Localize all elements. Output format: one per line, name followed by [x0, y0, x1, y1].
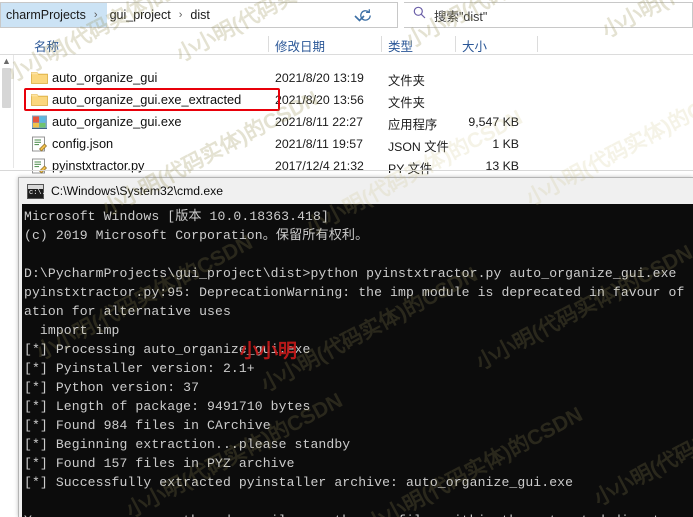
watermark-text: 小小明(代码实体)的CSDN — [522, 77, 693, 211]
watermark-text: 小小明(代码实体)的CSDN — [4, 0, 229, 87]
watermark-text: 小小明(代码实体)的CSDN — [170, 0, 397, 68]
watermark-text: 小小明(代码实体)的CSDN — [302, 106, 527, 240]
watermark-layer: 小小明(代码实体)的CSDN 小小明(代码实体)的CSDN 小小明(代码实体)的… — [0, 0, 693, 517]
watermark-text: 小小明(代码实体)的CSDN — [98, 87, 323, 221]
explorer-window: charmProjects › gui_project › dist 搜索"di… — [0, 0, 693, 517]
watermark-text: 小小明(代码实体)的CSDN — [590, 377, 693, 511]
watermark-text: 小小明(代码实体)的CSDN — [362, 403, 587, 517]
watermark-text: 小小明(代码实体)的CSDN — [122, 389, 347, 517]
watermark-text: 小小明(代码实体)的CSDN — [596, 0, 693, 44]
watermark-text: 小小明(代码实体)的CSDN — [400, 0, 627, 54]
watermark-text: 小小明(代码实体)的CSDN — [257, 263, 482, 397]
watermark-text: 小小明(代码实体)的CSDN — [472, 241, 693, 375]
watermark-text: 小小明(代码实体)的CSDN — [32, 231, 257, 365]
